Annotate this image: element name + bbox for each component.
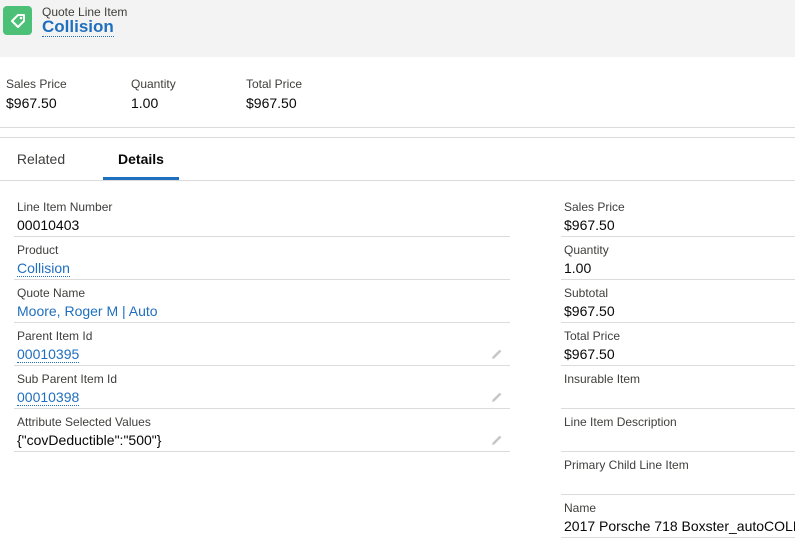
field-value-wrap: 00010398 xyxy=(17,389,80,406)
field-value-wrap: 00010395 xyxy=(17,346,80,363)
field-label: Quote Name xyxy=(17,286,86,300)
field-label: Name xyxy=(564,501,597,515)
field-value: 2017 Porsche 718 Boxster_autoCOLL xyxy=(564,518,795,534)
field-label: Line Item Number xyxy=(17,200,113,214)
parent-item-link[interactable]: 00010395 xyxy=(17,346,80,363)
record-title[interactable]: Collision xyxy=(42,17,114,37)
field-value: $967.50 xyxy=(564,217,615,233)
field-value: $967.50 xyxy=(564,346,615,362)
field-quote-name: Quote Name Moore, Roger M | Auto xyxy=(14,280,510,323)
field-label: Insurable Item xyxy=(564,372,641,386)
field-value: {"covDeductible":"500"} xyxy=(17,432,162,448)
field-label: Attribute Selected Values xyxy=(17,415,151,429)
field-label: Primary Child Line Item xyxy=(564,458,689,472)
pencil-icon[interactable] xyxy=(490,433,504,447)
highlights-panel: Sales Price $967.50 Quantity 1.00 Total … xyxy=(0,57,795,128)
highlight-total-price: Total Price $967.50 xyxy=(246,77,302,112)
field-value: $967.50 xyxy=(564,303,615,319)
tab-details[interactable]: Details xyxy=(103,138,179,180)
field-label: Line Item Description xyxy=(564,415,677,429)
highlight-label: Sales Price xyxy=(6,77,67,91)
field-product: Product Collision xyxy=(14,237,510,280)
pencil-icon[interactable] xyxy=(490,390,504,404)
price-tag-icon xyxy=(3,6,32,35)
field-label: Subtotal xyxy=(564,286,609,300)
field-parent-item-id: Parent Item Id 00010395 xyxy=(14,323,510,366)
field-label: Total Price xyxy=(564,329,621,343)
field-value-wrap: Moore, Roger M | Auto xyxy=(17,303,158,320)
field-value: 00010403 xyxy=(17,217,80,233)
field-name: Name 2017 Porsche 718 Boxster_autoCOLL xyxy=(561,495,795,538)
tab-bar: Related Details xyxy=(0,137,795,181)
field-sub-parent-item-id: Sub Parent Item Id 00010398 xyxy=(14,366,510,409)
product-link[interactable]: Collision xyxy=(17,260,70,277)
field-attribute-selected-values: Attribute Selected Values {"covDeductibl… xyxy=(14,409,510,452)
highlight-label: Total Price xyxy=(246,77,303,91)
field-label: Quantity xyxy=(564,243,609,257)
field-label: Product xyxy=(17,243,59,257)
highlight-label: Quantity xyxy=(131,77,176,91)
highlight-value: $967.50 xyxy=(246,95,297,111)
record-header: Quote Line Item Collision xyxy=(0,0,795,57)
field-sales-price: Sales Price $967.50 xyxy=(561,194,795,237)
field-total-price: Total Price $967.50 xyxy=(561,323,795,366)
field-line-item-description: Line Item Description xyxy=(561,409,795,452)
field-label: Sales Price xyxy=(564,200,625,214)
field-subtotal: Subtotal $967.50 xyxy=(561,280,795,323)
quote-name-link[interactable]: Moore, Roger M | Auto xyxy=(17,303,158,319)
field-line-item-number: Line Item Number 00010403 xyxy=(14,194,510,237)
field-value: 1.00 xyxy=(564,260,592,276)
highlight-value: 1.00 xyxy=(131,95,159,111)
highlight-sales-price: Sales Price $967.50 xyxy=(6,77,67,112)
sub-parent-item-link[interactable]: 00010398 xyxy=(17,389,80,406)
field-label: Sub Parent Item Id xyxy=(17,372,118,386)
highlight-quantity: Quantity 1.00 xyxy=(131,77,176,112)
tab-related[interactable]: Related xyxy=(0,138,82,179)
field-value-wrap: Collision xyxy=(17,260,70,277)
field-label: Parent Item Id xyxy=(17,329,93,343)
field-primary-child-line-item: Primary Child Line Item xyxy=(561,452,795,495)
pencil-icon[interactable] xyxy=(490,347,504,361)
highlight-value: $967.50 xyxy=(6,95,57,111)
field-quantity: Quantity 1.00 xyxy=(561,237,795,280)
field-insurable-item: Insurable Item xyxy=(561,366,795,409)
